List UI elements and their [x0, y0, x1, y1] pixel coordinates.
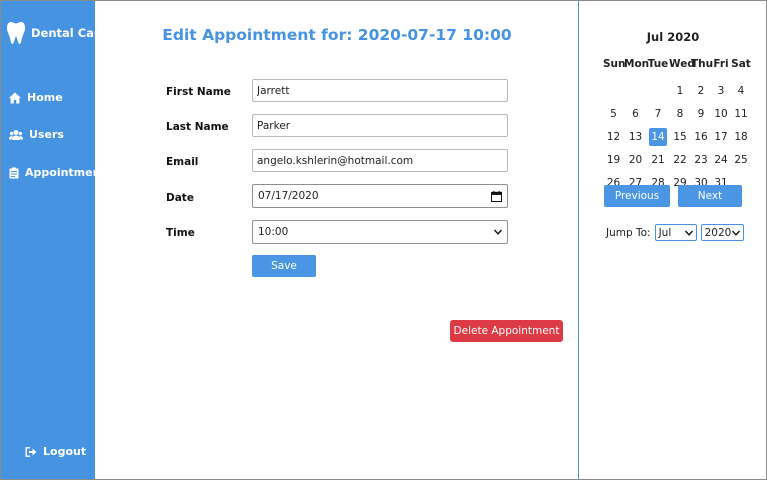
logout-icon [25, 446, 37, 457]
time-select[interactable]: 10:00 [252, 220, 508, 244]
first-name-input[interactable] [252, 79, 508, 102]
weekday-label: Mon [624, 58, 650, 70]
calendar-day[interactable]: 21 [647, 154, 669, 166]
calendar-grid: Sun Mon Tue Wed Thu Fri Sat 1 2 3 4 5 6 7 8 9 10 1… [603, 58, 751, 194]
home-icon [9, 92, 21, 103]
calendar-weeks: 1 2 3 4 5 6 7 8 9 10 11 12 13 14 15 16 17 18 19 20 21 22 23 24 2… [603, 79, 751, 194]
page-title: Edit Appointment for: 2020-07-17 10:00 [162, 26, 512, 44]
calendar-day[interactable]: 15 [669, 131, 691, 143]
calendar-day[interactable]: 7 [647, 108, 669, 120]
calendar-day-label: 14 [649, 127, 667, 146]
calendar-day[interactable]: 6 [624, 108, 647, 120]
sidebar-item-users[interactable]: Users [9, 128, 64, 141]
sidebar-item-label: Home [27, 91, 63, 104]
weekday-label: Thu [691, 58, 714, 70]
weekday-label: Sat [731, 58, 751, 70]
calendar-day[interactable]: 4 [731, 85, 751, 97]
chevron-down-icon [494, 229, 502, 235]
calendar-panel: Jul 2020 Sun Mon Tue Wed Thu Fri Sat 123… [580, 1, 766, 479]
calendar-day[interactable]: 25 [731, 154, 751, 166]
weekday-label: Fri [713, 58, 729, 70]
logout-label: Logout [43, 445, 87, 458]
jump-label: Jump To: [606, 226, 651, 239]
calendar-day[interactable]: 24 [711, 154, 731, 166]
clipboard-icon [9, 167, 19, 178]
save-button[interactable]: Save [252, 255, 316, 277]
calendar-day[interactable]: 11 [731, 108, 751, 120]
calendar-week: 1234 [603, 79, 751, 102]
sidebar-item-home[interactable]: Home [9, 91, 63, 104]
chevron-down-icon [684, 230, 693, 236]
weekday-label: Tue [647, 58, 669, 70]
date-value: 07/17/2020 [258, 190, 319, 202]
time-value: 10:00 [258, 226, 289, 238]
calendar-day[interactable]: 3 [711, 85, 731, 97]
calendar-day[interactable]: 10 [711, 108, 731, 120]
calendar-day[interactable]: 1 [669, 85, 691, 97]
month-select[interactable]: Jul [654, 224, 697, 241]
calendar-day[interactable]: 20 [624, 154, 647, 166]
date-input[interactable]: 07/17/2020 [252, 184, 508, 208]
last-name-input[interactable] [252, 114, 508, 137]
sidebar-item-label: Users [29, 128, 64, 141]
brand[interactable]: Dental Care [7, 21, 107, 45]
year-value: 2020 [704, 226, 732, 239]
calendar-day[interactable]: 19 [603, 154, 624, 166]
calendar-day[interactable]: 12 [603, 131, 624, 143]
month-value: Jul [658, 226, 672, 239]
calendar-day[interactable]: 23 [691, 154, 711, 166]
tooth-icon [7, 22, 25, 44]
main-content: Edit Appointment for: 2020-07-17 10:00 F… [95, 1, 579, 479]
users-icon [9, 129, 23, 140]
next-month-button[interactable]: Next [678, 185, 742, 207]
calendar-day[interactable]: 2 [691, 85, 711, 97]
calendar-title: Jul 2020 [646, 30, 700, 44]
calendar-day[interactable]: 8 [669, 108, 691, 120]
calendar-day[interactable]: 16 [691, 131, 711, 143]
logout-button[interactable]: Logout [25, 445, 86, 458]
calendar-day[interactable]: 5 [603, 108, 624, 120]
calendar-day[interactable]: 9 [691, 108, 711, 120]
calendar-day[interactable]: 17 [711, 131, 731, 143]
previous-month-button[interactable]: Previous [604, 185, 670, 207]
calendar-icon[interactable] [491, 190, 502, 202]
jump-to: Jump To: Jul 2020 [606, 224, 744, 241]
calendar-day[interactable]: 18 [731, 131, 751, 143]
calendar-day[interactable]: 22 [669, 154, 691, 166]
email-label: Email [166, 156, 199, 168]
calendar-week: 19 20 21 22 23 24 25 [603, 148, 751, 171]
date-label: Date [166, 192, 194, 204]
year-select[interactable]: 2020 [700, 224, 744, 241]
calendar-day[interactable]: 13 [624, 131, 647, 143]
first-name-label: First Name [166, 86, 231, 98]
weekday-header: Sun Mon Tue Wed Thu Fri Sat [603, 58, 751, 73]
email-input[interactable] [252, 149, 508, 172]
weekday-label: Sun [603, 58, 626, 70]
calendar-day-selected[interactable]: 14 [647, 127, 669, 146]
delete-appointment-button[interactable]: Delete Appointment [450, 320, 563, 342]
weekday-label: Wed [669, 58, 695, 70]
sidebar: Dental Care Home Users Appointments Logo… [1, 1, 112, 479]
calendar-week: 5 6 7 8 9 10 11 [603, 102, 751, 125]
time-label: Time [166, 227, 195, 239]
chevron-down-icon [731, 230, 740, 236]
calendar-week: 12 13 14 15 16 17 18 [603, 125, 751, 148]
last-name-label: Last Name [166, 121, 229, 133]
